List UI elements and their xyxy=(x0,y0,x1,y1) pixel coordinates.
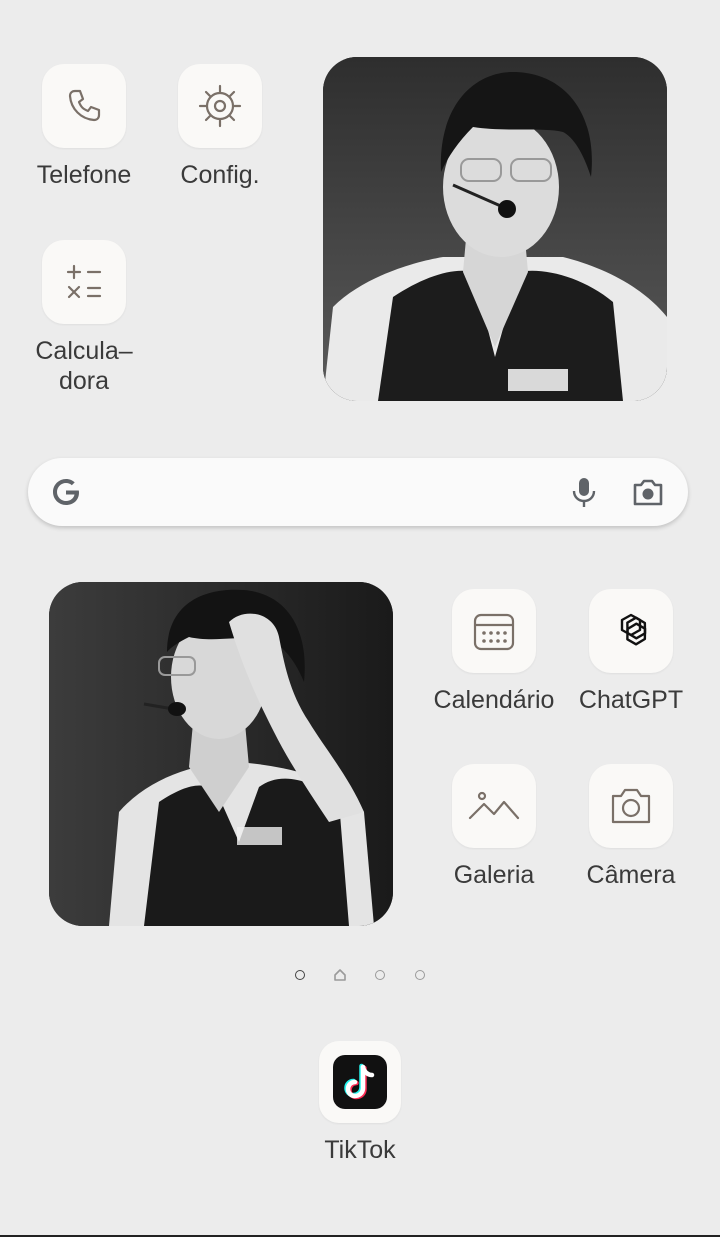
photo-widget-top[interactable] xyxy=(323,57,667,401)
camera-lens-icon[interactable] xyxy=(630,474,666,510)
home-screen: Telefone Config. Calcula– dora Calendári… xyxy=(0,0,720,1237)
chatgpt-label: ChatGPT xyxy=(578,686,684,714)
app-calculadora[interactable]: Calcula– dora xyxy=(14,240,154,396)
calendario-label: Calendário xyxy=(433,686,555,714)
photo-widget-bottom[interactable] xyxy=(49,582,393,926)
calculator-icon xyxy=(66,264,102,299)
gear-icon xyxy=(198,84,242,128)
page-dot-4[interactable] xyxy=(415,970,425,980)
camera-label: Câmera xyxy=(586,861,676,889)
config-label: Config. xyxy=(180,161,260,189)
galeria-tile[interactable] xyxy=(452,764,536,848)
telefone-label: Telefone xyxy=(36,161,132,189)
page-dot-3[interactable] xyxy=(375,970,385,980)
app-calendario[interactable]: Calendário xyxy=(424,589,564,715)
calendario-tile[interactable] xyxy=(452,589,536,673)
page-dot-1[interactable] xyxy=(295,970,305,980)
app-telefone[interactable]: Telefone xyxy=(14,64,154,190)
google-icon[interactable] xyxy=(46,472,86,512)
chatgpt-tile[interactable] xyxy=(589,589,673,673)
home-page-indicator-icon[interactable] xyxy=(333,968,347,982)
tiktok-icon xyxy=(333,1055,387,1109)
galeria-label: Galeria xyxy=(453,861,535,889)
calculadora-label: Calcula– dora xyxy=(35,337,133,395)
camera-tile[interactable] xyxy=(589,764,673,848)
app-tiktok[interactable]: TikTok xyxy=(290,1041,430,1165)
app-camera[interactable]: Câmera xyxy=(561,764,701,890)
microphone-icon[interactable] xyxy=(566,474,602,510)
gallery-icon xyxy=(468,791,520,820)
portrait-photo-2 xyxy=(49,582,393,926)
google-search-widget[interactable] xyxy=(28,458,688,526)
app-config[interactable]: Config. xyxy=(150,64,290,190)
config-tile[interactable] xyxy=(178,64,262,148)
tiktok-tile[interactable] xyxy=(319,1041,401,1123)
page-indicator xyxy=(0,966,720,986)
portrait-photo xyxy=(323,57,667,401)
app-chatgpt[interactable]: ChatGPT xyxy=(561,589,701,715)
camera-icon xyxy=(611,788,651,824)
app-galeria[interactable]: Galeria xyxy=(424,764,564,890)
calendar-icon xyxy=(473,613,515,651)
calculadora-tile[interactable] xyxy=(42,240,126,324)
chatgpt-icon xyxy=(620,613,647,646)
tiktok-label: TikTok xyxy=(324,1136,396,1164)
phone-icon xyxy=(68,89,101,122)
telefone-tile[interactable] xyxy=(42,64,126,148)
